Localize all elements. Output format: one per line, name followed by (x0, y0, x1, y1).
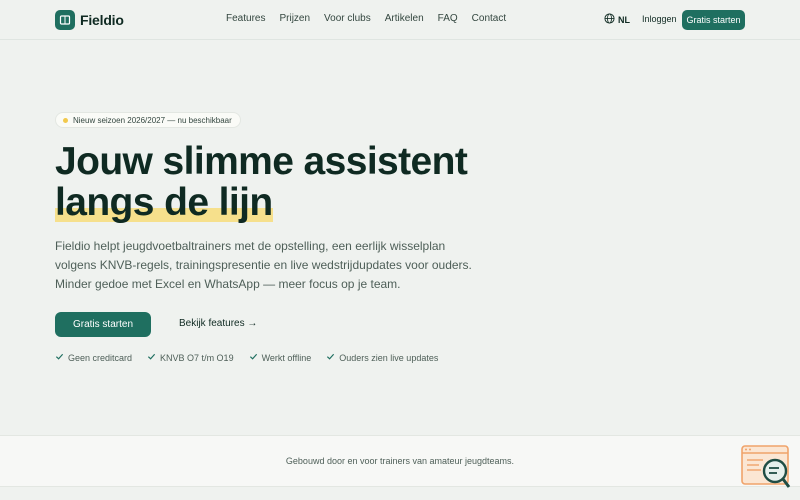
check-label: Geen creditcard (68, 352, 133, 363)
check-label: Werkt offline (261, 352, 312, 363)
headline-line-2-text: langs de lijn (55, 181, 273, 224)
headline-line-2: langs de lijn (55, 182, 273, 223)
language-label: NL (618, 14, 630, 25)
trust-strip: Gebouwd door en voor trainers van amateu… (0, 435, 800, 487)
feature-checklist: Geen creditcard KNVB O7 t/m O19 Werkt of… (55, 352, 438, 363)
check-item: Ouders zien live updates (326, 352, 438, 363)
hero-headline: Jouw slimme assistent langs de lijn (55, 140, 468, 223)
main-menu: Features Prijzen Voor clubs Artikelen FA… (226, 13, 506, 24)
view-features-link[interactable]: Bekijk features → (179, 318, 257, 329)
trust-text: Gebouwd door en voor trainers van amateu… (285, 456, 515, 466)
badge-dot (63, 117, 68, 123)
check-icon (55, 352, 64, 363)
check-item: Geen creditcard (55, 352, 132, 363)
check-icon (326, 352, 335, 363)
nav-voor-clubs[interactable]: Voor clubs (324, 13, 371, 24)
hero-description: Fieldio helpt jeugdvoetbaltrainers met d… (55, 239, 472, 291)
login-link[interactable]: Inloggen (642, 14, 677, 24)
start-free-button[interactable]: Gratis starten (55, 312, 151, 337)
logo-link[interactable]: Fieldio (55, 10, 124, 30)
nav-prijzen[interactable]: Prijzen (279, 13, 310, 24)
check-label: KNVB O7 t/m O19 (160, 352, 234, 363)
language-switcher[interactable]: NL (604, 13, 630, 26)
globe-icon (604, 13, 615, 26)
check-label: Ouders zien live updates (339, 352, 439, 363)
logo-text: Fieldio (80, 12, 124, 28)
check-icon (147, 352, 156, 363)
nav-faq[interactable]: FAQ (438, 13, 458, 24)
top-navigation: Fieldio Features Prijzen Voor clubs Arti… (0, 0, 800, 40)
header-cta-button[interactable]: Gratis starten (682, 10, 745, 30)
check-item: Werkt offline (249, 352, 312, 363)
badge-text: Nieuw seizoen 2026/2027 — nu beschikbaar (73, 115, 232, 125)
season-badge: Nieuw seizoen 2026/2027 — nu beschikbaar (55, 112, 241, 128)
nav-features[interactable]: Features (226, 13, 265, 24)
nav-contact[interactable]: Contact (472, 13, 506, 24)
logo-icon (55, 10, 75, 30)
search-document-icon[interactable] (741, 445, 791, 491)
check-item: KNVB O7 t/m O19 (147, 352, 234, 363)
nav-artikelen[interactable]: Artikelen (385, 13, 424, 24)
headline-line-1: Jouw slimme assistent (55, 140, 468, 183)
check-icon (249, 352, 258, 363)
